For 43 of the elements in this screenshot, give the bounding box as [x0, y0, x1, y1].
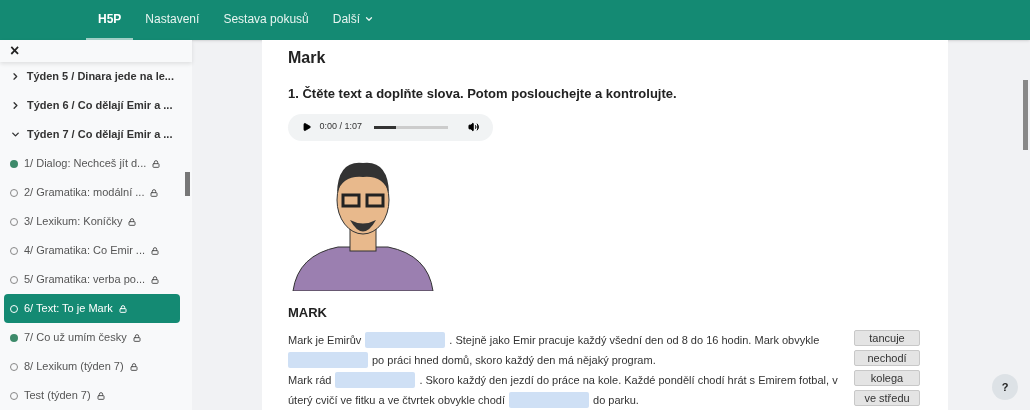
volume-icon[interactable] — [467, 121, 479, 133]
play-icon[interactable] — [302, 122, 312, 132]
close-button[interactable]: × — [10, 43, 20, 59]
word-chip[interactable]: tancuje — [854, 330, 920, 346]
word-chip[interactable]: kolega — [854, 370, 920, 386]
blank-field[interactable] — [288, 352, 368, 368]
paragraph-text: Mark rád — [288, 373, 332, 388]
activity-item[interactable]: 7/ Co už umím česky — [4, 323, 180, 352]
activity-item[interactable]: 4/ Gramatika: Co Emir ... — [4, 236, 180, 265]
text-heading: MARK — [288, 303, 328, 322]
paragraph-text: Mark je Emirův — [288, 333, 362, 348]
page-title: Mark — [288, 48, 327, 68]
nav-tab[interactable]: Sestava pokusů — [211, 0, 321, 40]
word-chip[interactable]: ve středu — [854, 390, 920, 406]
blank-field[interactable] — [365, 332, 446, 348]
paragraph-text: do parku. — [593, 393, 639, 408]
nav-tab[interactable]: Další — [320, 0, 387, 40]
instruction-text: 1. Čtěte text a doplňte slova. Potom poslouchejte a kontrolujte. — [288, 85, 678, 103]
word-chip[interactable]: nechodí — [854, 350, 920, 366]
section-toggle[interactable]: Týden 6 / Co dělají Emir a ... — [4, 91, 180, 120]
chevron-right-icon — [10, 100, 21, 111]
blank-field[interactable] — [509, 392, 590, 408]
activity-item[interactable]: 2/ Gramatika: modální ... — [4, 178, 180, 207]
chevron-down-icon — [10, 129, 21, 140]
activity-item[interactable]: 1/ Dialog: Nechceš jít d... — [4, 149, 180, 178]
help-button[interactable]: ? — [992, 374, 1018, 400]
activity-item[interactable]: 3/ Lexikum: Koníčky — [4, 207, 180, 236]
activity-item[interactable]: 8/ Lexikum (týden 7) — [4, 352, 180, 381]
section-toggle[interactable]: Týden 7 / Co dělají Emir a ... — [4, 120, 180, 149]
audio-progress-track[interactable] — [374, 125, 448, 129]
paragraph-text: úterý cvičí ve fitku a ve čtvrtek obvykle chodí — [288, 393, 506, 408]
audio-time: 0:00 / 1:07 — [319, 120, 363, 134]
blank-field[interactable] — [335, 372, 416, 388]
activity-item[interactable]: Test (týden 7) — [4, 381, 180, 410]
paragraph-text: po práci hned domů, skoro každý den má nějaký program. — [372, 353, 656, 368]
activity-item[interactable]: 5/ Gramatika: verba po... — [4, 265, 180, 294]
paragraph-text: . Stejně jako Emir pracuje každý všední den od 8 do 16 hodin. Mark obvykle — [449, 333, 820, 348]
section-toggle[interactable]: Týden 5 / Dinara jede na le... — [4, 62, 180, 91]
paragraph-text: . Skoro každý den jezdí do práce na kole. Každé pondělí chodí hrát s Emirem fotbal, v — [419, 373, 838, 388]
nav-tab[interactable]: Nastavení — [133, 0, 212, 40]
scrollbar-thumb — [1023, 80, 1028, 150]
activity-item[interactable]: 6/ Text: To je Mark — [4, 294, 180, 323]
scrollbar-thumb — [185, 172, 190, 196]
